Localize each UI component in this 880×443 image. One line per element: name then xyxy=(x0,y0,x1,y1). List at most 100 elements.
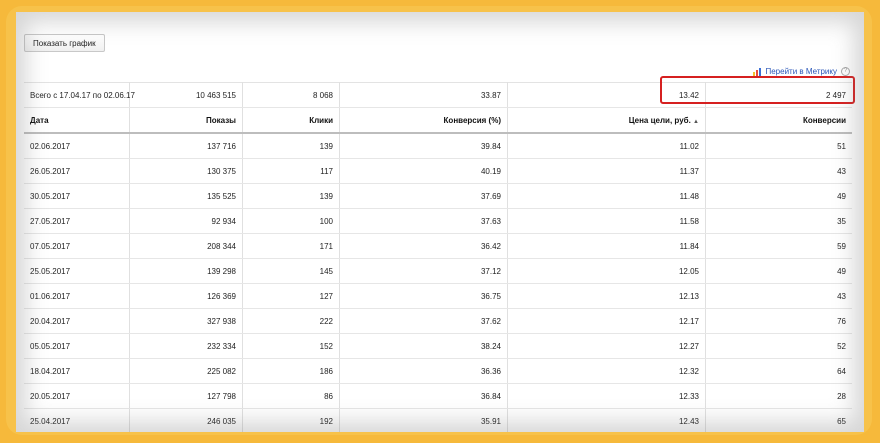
column-header-conversion-rate[interactable]: Конверсия (%) xyxy=(339,107,508,134)
table-row: 05.05.2017 232 334 152 38.24 12.27 52 xyxy=(24,333,852,359)
column-header-goal-price[interactable]: Цена цели, руб. ▲ xyxy=(507,107,706,134)
table-row: 30.05.2017 135 525 139 37.69 11.48 49 xyxy=(24,183,852,209)
cell-date: 30.05.2017 xyxy=(24,183,130,209)
column-header-impressions[interactable]: Показы xyxy=(129,107,243,134)
cell-date: 25.05.2017 xyxy=(24,258,130,284)
cell-conversions: 49 xyxy=(705,258,852,284)
cell-goal-price: 11.37 xyxy=(507,158,706,184)
sort-asc-icon: ▲ xyxy=(693,118,699,125)
cell-conversion-rate: 40.19 xyxy=(339,158,508,184)
cell-conversion-rate: 36.84 xyxy=(339,383,508,409)
cell-date: 20.04.2017 xyxy=(24,308,130,334)
show-chart-button[interactable]: Показать график xyxy=(24,34,105,52)
summary-clicks: 8 068 xyxy=(242,82,340,108)
cell-impressions: 327 938 xyxy=(129,308,243,334)
cell-goal-price: 11.58 xyxy=(507,208,706,234)
column-header-date[interactable]: Дата xyxy=(24,107,130,134)
table-row: 27.05.2017 92 934 100 37.63 11.58 35 xyxy=(24,208,852,234)
cell-impressions: 225 082 xyxy=(129,358,243,384)
cell-conversions: 43 xyxy=(705,158,852,184)
cell-conversions: 28 xyxy=(705,383,852,409)
goal-price-header-label: Цена цели, руб. xyxy=(628,115,691,125)
table-row: 07.05.2017 208 344 171 36.42 11.84 59 xyxy=(24,233,852,259)
cell-date: 02.06.2017 xyxy=(24,133,130,159)
header-row: Дата Показы Клики Конверсия (%) Цена цел… xyxy=(24,107,852,134)
column-header-clicks[interactable]: Клики xyxy=(242,107,340,134)
cell-date: 20.05.2017 xyxy=(24,383,130,409)
cell-conversion-rate: 37.63 xyxy=(339,208,508,234)
stats-table: Всего с 17.04.17 по 02.06.17 10 463 515 … xyxy=(24,82,852,432)
table-row: 26.05.2017 130 375 117 40.19 11.37 43 xyxy=(24,158,852,184)
metrika-link-label[interactable]: Перейти в Метрику xyxy=(765,67,837,76)
cell-conversions: 59 xyxy=(705,233,852,259)
cell-goal-price: 11.48 xyxy=(507,183,706,209)
cell-impressions: 208 344 xyxy=(129,233,243,259)
cell-conversion-rate: 37.69 xyxy=(339,183,508,209)
table-row: 25.05.2017 139 298 145 37.12 12.05 49 xyxy=(24,258,852,284)
cell-conversions: 35 xyxy=(705,208,852,234)
cell-date: 27.05.2017 xyxy=(24,208,130,234)
highlight-box xyxy=(660,76,855,104)
cell-date: 18.04.2017 xyxy=(24,358,130,384)
cell-date: 25.04.2017 xyxy=(24,408,130,432)
cell-date: 26.05.2017 xyxy=(24,158,130,184)
table-row: 25.04.2017 246 035 192 35.91 12.43 65 xyxy=(24,408,852,432)
column-header-conversions[interactable]: Конверсии xyxy=(705,107,852,134)
table-row: 01.06.2017 126 369 127 36.75 12.13 43 xyxy=(24,283,852,309)
cell-goal-price: 12.05 xyxy=(507,258,706,284)
cell-conversions: 43 xyxy=(705,283,852,309)
cell-conversions: 52 xyxy=(705,333,852,359)
summary-conversion-rate: 33.87 xyxy=(339,82,508,108)
cell-clicks: 152 xyxy=(242,333,340,359)
cell-clicks: 222 xyxy=(242,308,340,334)
cell-impressions: 135 525 xyxy=(129,183,243,209)
cell-impressions: 137 716 xyxy=(129,133,243,159)
cell-conversions: 49 xyxy=(705,183,852,209)
cell-conversion-rate: 36.75 xyxy=(339,283,508,309)
cell-clicks: 127 xyxy=(242,283,340,309)
cell-impressions: 130 375 xyxy=(129,158,243,184)
cell-goal-price: 12.13 xyxy=(507,283,706,309)
cell-conversions: 64 xyxy=(705,358,852,384)
cell-impressions: 246 035 xyxy=(129,408,243,432)
cell-conversion-rate: 37.12 xyxy=(339,258,508,284)
cell-date: 01.06.2017 xyxy=(24,283,130,309)
cell-clicks: 145 xyxy=(242,258,340,284)
cell-conversions: 51 xyxy=(705,133,852,159)
cell-clicks: 192 xyxy=(242,408,340,432)
metrika-link[interactable]: Перейти в Метрику ? xyxy=(753,67,850,76)
cell-clicks: 100 xyxy=(242,208,340,234)
cell-conversion-rate: 36.36 xyxy=(339,358,508,384)
help-icon[interactable]: ? xyxy=(841,67,850,76)
table-row: 18.04.2017 225 082 186 36.36 12.32 64 xyxy=(24,358,852,384)
summary-label: Всего с 17.04.17 по 02.06.17 xyxy=(24,82,135,108)
table-row: 20.04.2017 327 938 222 37.62 12.17 76 xyxy=(24,308,852,334)
cell-conversion-rate: 36.42 xyxy=(339,233,508,259)
cell-clicks: 117 xyxy=(242,158,340,184)
cell-clicks: 86 xyxy=(242,383,340,409)
cell-clicks: 139 xyxy=(242,133,340,159)
summary-impressions: 10 463 515 xyxy=(129,82,243,108)
cell-conversion-rate: 37.62 xyxy=(339,308,508,334)
cell-goal-price: 11.84 xyxy=(507,233,706,259)
cell-goal-price: 12.32 xyxy=(507,358,706,384)
cell-date: 07.05.2017 xyxy=(24,233,130,259)
cell-date: 05.05.2017 xyxy=(24,333,130,359)
cell-conversion-rate: 39.84 xyxy=(339,133,508,159)
metrika-icon xyxy=(753,67,762,76)
table-row: 02.06.2017 137 716 139 39.84 11.02 51 xyxy=(24,133,852,159)
cell-clicks: 139 xyxy=(242,183,340,209)
cell-conversion-rate: 38.24 xyxy=(339,333,508,359)
cell-impressions: 126 369 xyxy=(129,283,243,309)
cell-conversion-rate: 35.91 xyxy=(339,408,508,432)
table-row: 20.05.2017 127 798 86 36.84 12.33 28 xyxy=(24,383,852,409)
cell-goal-price: 12.43 xyxy=(507,408,706,432)
cell-clicks: 171 xyxy=(242,233,340,259)
cell-impressions: 127 798 xyxy=(129,383,243,409)
cell-goal-price: 11.02 xyxy=(507,133,706,159)
cell-conversions: 65 xyxy=(705,408,852,432)
cell-impressions: 139 298 xyxy=(129,258,243,284)
report-panel: Показать график Перейти в Метрику ? Всег… xyxy=(16,12,864,432)
cell-clicks: 186 xyxy=(242,358,340,384)
cell-conversions: 76 xyxy=(705,308,852,334)
